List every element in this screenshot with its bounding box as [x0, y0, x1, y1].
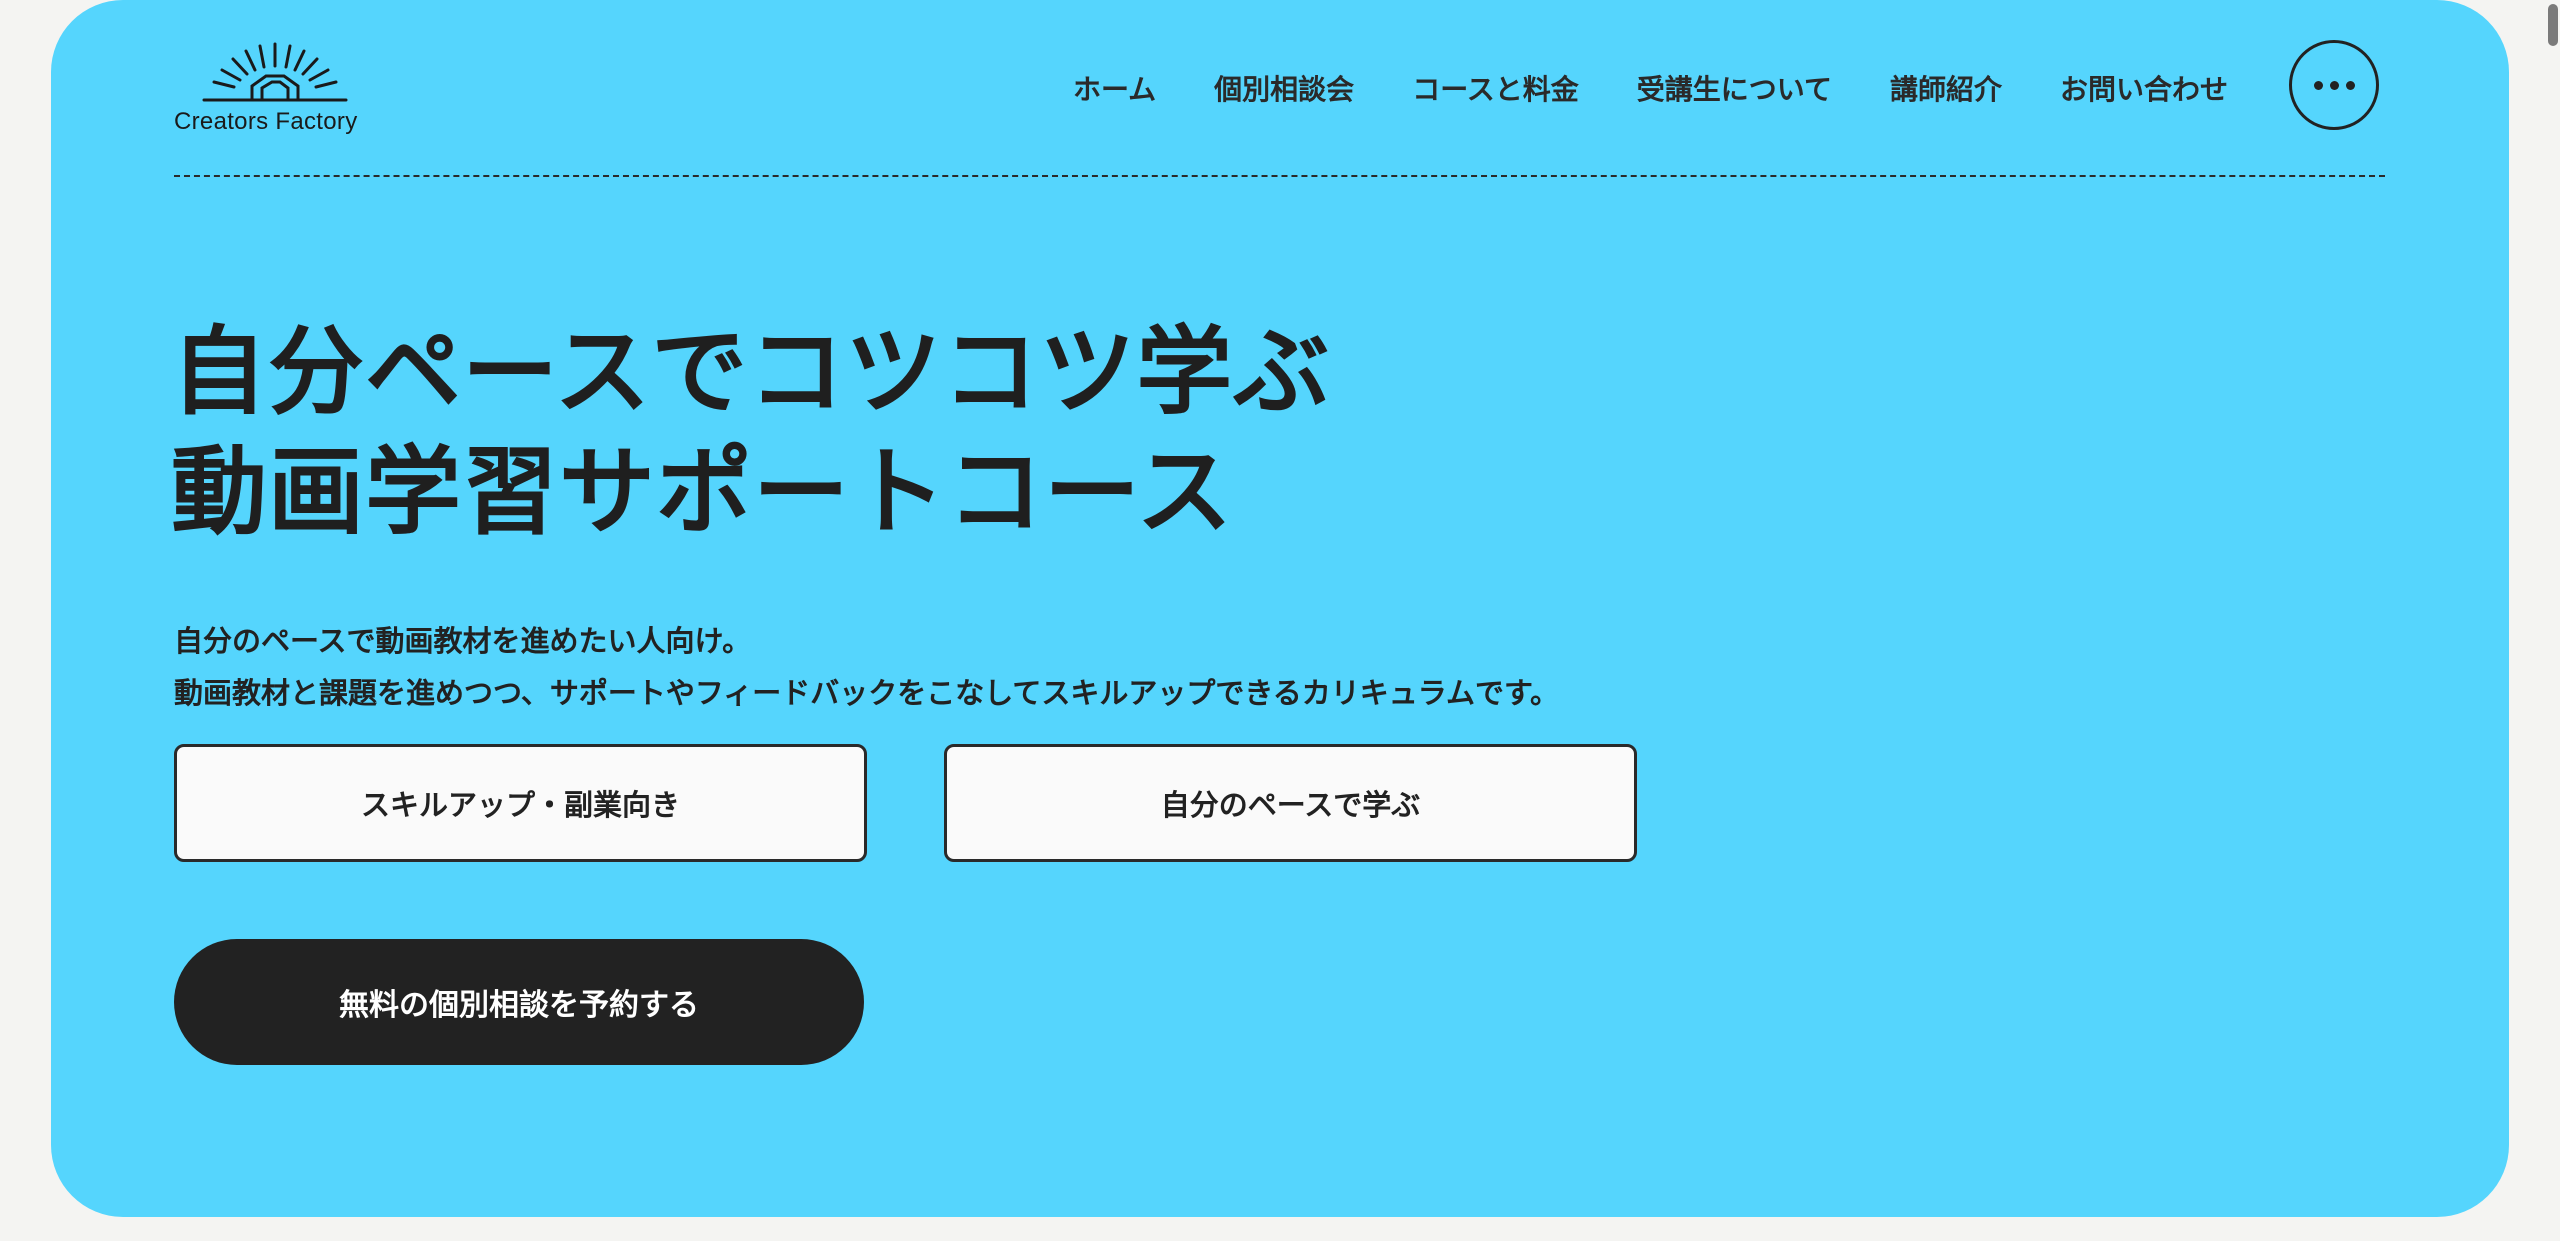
description-line-2: 動画教材と課題を進めつつ、サポートやフィードバックをこなしてスキルアップできるカ…: [174, 676, 1560, 710]
nav-item-home[interactable]: ホーム: [1073, 68, 1156, 108]
description-line-1: 自分のペースで動画教材を進めたい人向け。: [174, 624, 752, 658]
site-logo[interactable]: Creators Factory: [174, 36, 374, 140]
more-menu-button[interactable]: [2289, 40, 2379, 130]
tag-skillup-sidejob[interactable]: スキルアップ・副業向き: [174, 744, 867, 862]
nav-item-students[interactable]: 受講生について: [1637, 68, 1832, 108]
header-divider: [174, 175, 2385, 177]
sunrise-logo-icon: [202, 42, 348, 102]
more-horizontal-icon-dot: [2329, 80, 2339, 90]
nav-item-contact[interactable]: お問い合わせ: [2060, 68, 2228, 108]
hero-section: Creators Factory ホーム 個別相談会 コースと料金 受講生につい…: [51, 0, 2509, 1217]
book-consultation-button[interactable]: 無料の個別相談を予約する: [174, 939, 864, 1065]
hero-headline: 自分ペースでコツコツ学ぶ 動画学習サポートコース: [171, 312, 1330, 552]
nav-item-instructors[interactable]: 講師紹介: [1890, 68, 2002, 108]
hero-description: 自分のペースで動画教材を進めたい人向け。 動画教材と課題を進めつつ、サポートやフ…: [174, 615, 1559, 719]
headline-line-2: 動画学習サポートコース: [171, 436, 1234, 548]
more-horizontal-icon: [2313, 80, 2323, 90]
scrollbar-thumb[interactable]: [2548, 4, 2558, 46]
tag-own-pace[interactable]: 自分のペースで学ぶ: [944, 744, 1637, 862]
more-horizontal-icon-dot: [2345, 80, 2355, 90]
nav-item-courses-pricing[interactable]: コースと料金: [1412, 68, 1579, 108]
logo-text: Creators Factory: [174, 108, 358, 135]
main-nav: ホーム 個別相談会 コースと料金 受講生について 講師紹介 お問い合わせ: [1073, 68, 2228, 108]
headline-line-1: 自分ペースでコツコツ学ぶ: [171, 316, 1331, 428]
nav-item-consultation[interactable]: 個別相談会: [1214, 68, 1354, 108]
